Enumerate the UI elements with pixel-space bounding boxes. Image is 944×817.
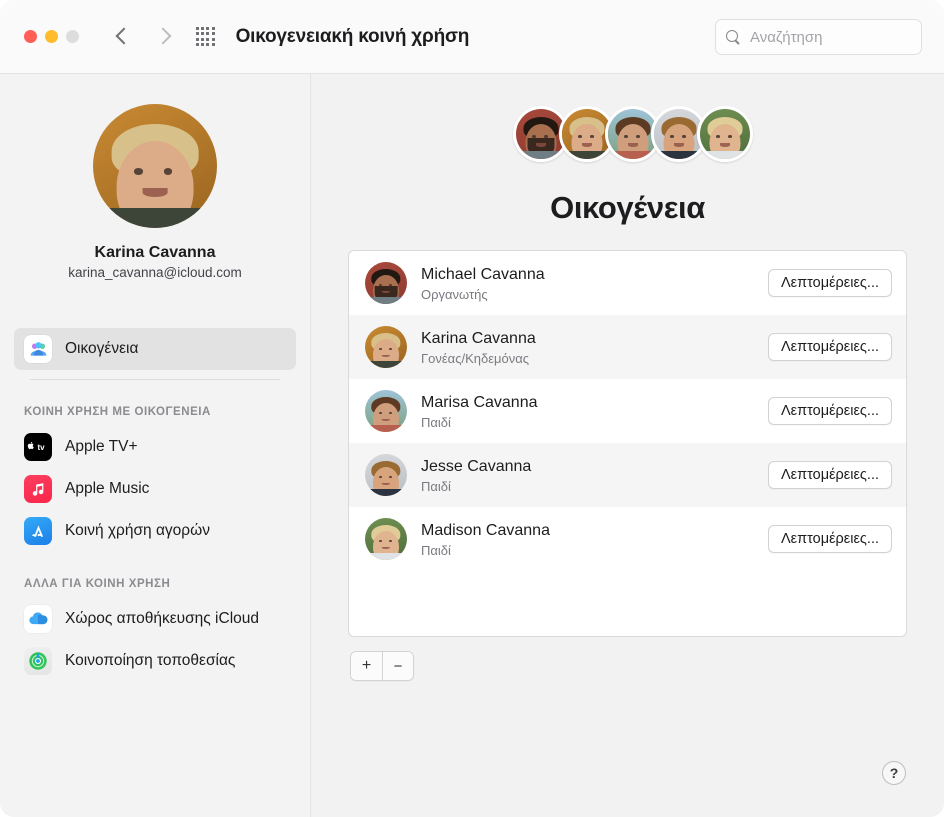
- details-button[interactable]: Λεπτομέρειες...: [767, 333, 892, 361]
- member-role: Παιδί: [421, 542, 451, 558]
- member-role: Παιδί: [421, 478, 451, 494]
- member-role: Γονέας/Κηδεμόνας: [421, 350, 530, 366]
- list-empty-area: [349, 571, 906, 635]
- member-info: Michael Cavanna Οργανωτής: [421, 265, 768, 302]
- sidebar-item-icloud-storage[interactable]: Χώρος αποθήκευσης iCloud: [24, 598, 286, 640]
- system-preferences-window: Οικογενειακή κοινή χρήση Αναζήτηση Karin…: [0, 0, 944, 817]
- search-placeholder: Αναζήτηση: [750, 28, 823, 46]
- member-name: Karina Cavanna: [421, 329, 536, 347]
- account-avatar[interactable]: [93, 104, 217, 228]
- main-panel: Οικογένεια Michael Cavanna Οργανωτής Λεπ…: [311, 74, 944, 817]
- zoom-button: [66, 30, 79, 43]
- apple-tv-icon: tv: [24, 433, 52, 461]
- find-my-icon: [24, 647, 52, 675]
- sidebar-item-icloud-storage-label: Χώρος αποθήκευσης iCloud: [65, 610, 259, 627]
- sidebar-item-apple-tv[interactable]: tv Apple TV+: [24, 426, 286, 468]
- avatar: [365, 326, 407, 368]
- member-info: Marisa Cavanna Παιδί: [421, 393, 768, 430]
- sidebar-section-title-other: ΑΛΛΑ ΓΙΑ ΚΟΙΝΗ ΧΡΗΣΗ: [24, 578, 171, 590]
- member-info: Madison Cavanna Παιδί: [421, 521, 768, 558]
- sidebar-section-sharing: tv Apple TV+ Apple Music Κοινή χρήση αγο…: [0, 426, 310, 552]
- member-name: Michael Cavanna: [421, 265, 545, 283]
- title-bar: Οικογενειακή κοινή χρήση Αναζήτηση: [0, 0, 944, 74]
- sidebar-item-apple-tv-label: Apple TV+: [65, 438, 138, 455]
- member-role: Οργανωτής: [421, 286, 488, 302]
- account-email: karina_cavanna@icloud.com: [68, 265, 242, 280]
- table-row[interactable]: Karina Cavanna Γονέας/Κηδεμόνας Λεπτομέρ…: [349, 315, 906, 379]
- member-name: Jesse Cavanna: [421, 457, 532, 475]
- details-button[interactable]: Λεπτομέρειες...: [767, 461, 892, 489]
- sidebar-nav: Οικογένεια: [0, 328, 310, 380]
- forward-chevron-icon[interactable]: [155, 26, 168, 48]
- sidebar: Karina Cavanna karina_cavanna@icloud.com…: [0, 74, 311, 817]
- avatar: [365, 518, 407, 560]
- navigation-controls: [116, 26, 168, 48]
- table-row[interactable]: Madison Cavanna Παιδί Λεπτομέρειες...: [349, 507, 906, 571]
- account-profile[interactable]: Karina Cavanna karina_cavanna@icloud.com: [0, 74, 310, 280]
- table-row[interactable]: Marisa Cavanna Παιδί Λεπτομέρειες...: [349, 379, 906, 443]
- member-info: Karina Cavanna Γονέας/Κηδεμόνας: [421, 329, 768, 366]
- main-heading: Οικογένεια: [550, 190, 705, 225]
- apple-music-icon: [24, 475, 52, 503]
- sidebar-item-family-label: Οικογένεια: [65, 340, 139, 357]
- cluster-avatar: [696, 106, 753, 162]
- traffic-lights: [24, 30, 79, 43]
- family-member-list: Michael Cavanna Οργανωτής Λεπτομέρειες..…: [348, 250, 907, 637]
- back-chevron-icon[interactable]: [116, 26, 129, 48]
- avatar: [365, 262, 407, 304]
- details-button[interactable]: Λεπτομέρειες...: [767, 269, 892, 297]
- sidebar-section-title-sharing: ΚΟΙΝΗ ΧΡΗΣΗ ΜΕ ΟΙΚΟΓΕΝΕΙΑ: [24, 406, 211, 418]
- details-button[interactable]: Λεπτομέρειες...: [767, 525, 892, 553]
- sidebar-item-purchase-sharing-label: Κοινή χρήση αγορών: [65, 522, 210, 539]
- icloud-icon: [24, 605, 52, 633]
- avatar: [365, 454, 407, 496]
- svg-text:tv: tv: [38, 443, 46, 452]
- sidebar-item-location-sharing[interactable]: Κοινοποίηση τοποθεσίας: [24, 640, 286, 682]
- help-button[interactable]: ?: [882, 761, 906, 785]
- details-button[interactable]: Λεπτομέρειες...: [767, 397, 892, 425]
- sidebar-item-apple-music[interactable]: Apple Music: [24, 468, 286, 510]
- family-avatar-cluster: [311, 106, 944, 162]
- close-button[interactable]: [24, 30, 37, 43]
- member-role: Παιδί: [421, 414, 451, 430]
- sidebar-item-location-sharing-label: Κοινοποίηση τοποθεσίας: [65, 652, 236, 669]
- minimize-button[interactable]: [45, 30, 58, 43]
- show-all-grid-icon[interactable]: [196, 27, 215, 46]
- app-store-icon: [24, 517, 52, 545]
- add-remove-segmented-control: + −: [350, 651, 414, 681]
- avatar-portrait: [93, 104, 217, 228]
- member-name: Marisa Cavanna: [421, 393, 538, 411]
- sidebar-divider: [30, 379, 280, 380]
- family-icon: [24, 335, 52, 363]
- member-name: Madison Cavanna: [421, 521, 550, 539]
- account-name: Karina Cavanna: [94, 244, 216, 261]
- sidebar-item-family[interactable]: Οικογένεια: [14, 328, 296, 370]
- sidebar-item-apple-music-label: Apple Music: [65, 480, 150, 497]
- search-field[interactable]: Αναζήτηση: [715, 19, 922, 55]
- sidebar-item-purchase-sharing[interactable]: Κοινή χρήση αγορών: [24, 510, 286, 552]
- page-title: Οικογενειακή κοινή χρήση: [235, 25, 470, 47]
- avatar: [365, 390, 407, 432]
- remove-member-button[interactable]: −: [381, 652, 413, 680]
- search-icon: [726, 29, 741, 45]
- add-member-button[interactable]: +: [351, 652, 382, 680]
- table-row[interactable]: Jesse Cavanna Παιδί Λεπτομέρειες...: [349, 443, 906, 507]
- table-row[interactable]: Michael Cavanna Οργανωτής Λεπτομέρειες..…: [349, 251, 906, 315]
- sidebar-section-other: Χώρος αποθήκευσης iCloud Κοινοποίηση τοπ…: [0, 598, 310, 682]
- member-info: Jesse Cavanna Παιδί: [421, 457, 768, 494]
